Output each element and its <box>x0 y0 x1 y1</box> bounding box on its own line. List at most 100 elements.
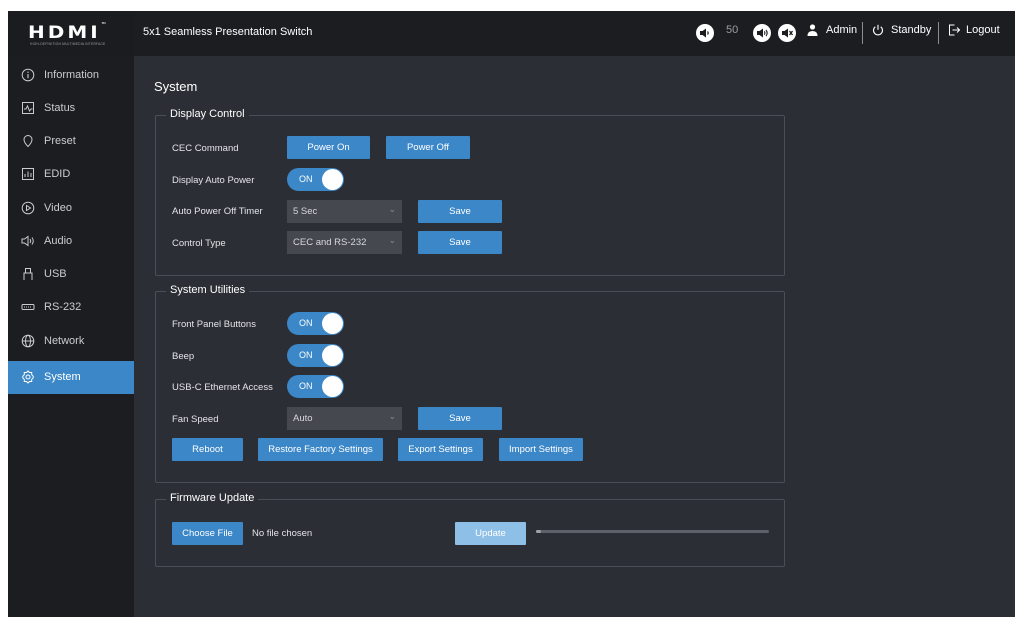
toggle-knob <box>322 376 343 397</box>
sidebar-item-label: System <box>44 371 81 383</box>
hdmi-logo: HDMI™ HIGH-DEFINITION MULTIMEDIA INTERFA… <box>8 11 134 56</box>
logo-trademark: ™ <box>100 21 107 28</box>
volume-down-icon <box>696 24 714 42</box>
firmware-progress-fill <box>536 530 541 533</box>
status-icon <box>22 102 34 114</box>
front-panel-buttons-toggle[interactable]: ON <box>287 312 344 335</box>
mute-icon <box>778 24 796 42</box>
volume-up-icon <box>753 24 771 42</box>
sidebar-item-preset[interactable]: Preset <box>8 125 134 158</box>
header-divider <box>862 22 863 44</box>
sidebar-item-label: Preset <box>44 135 76 147</box>
sidebar-item-system[interactable]: System <box>8 361 134 394</box>
sidebar-item-label: EDID <box>44 168 71 180</box>
sidebar-item-label: Video <box>44 202 72 214</box>
logout-icon <box>949 24 960 36</box>
volume-level: 50 <box>726 24 739 36</box>
section-legend: System Utilities <box>166 284 250 296</box>
user-name: Admin <box>826 24 858 36</box>
volume-down-button[interactable] <box>696 24 714 42</box>
auto-power-off-timer-select[interactable]: 5 Sec ⌄ <box>287 200 402 223</box>
sidebar-item-usb[interactable]: USB <box>8 258 134 291</box>
update-button[interactable]: Update <box>455 522 526 545</box>
sidebar-item-label: Audio <box>44 235 73 247</box>
video-icon <box>21 201 35 215</box>
sidebar-item-label: USB <box>44 268 67 280</box>
firmware-update-section: Firmware Update Choose File No file chos… <box>155 492 785 567</box>
rs232-icon <box>21 304 35 310</box>
fan-speed-select[interactable]: Auto ⌄ <box>287 407 402 430</box>
power-icon <box>873 24 883 36</box>
logout-label: Logout <box>966 24 1000 36</box>
power-on-button[interactable]: Power On <box>287 136 370 159</box>
front-panel-buttons-label: Front Panel Buttons <box>172 319 256 330</box>
export-settings-button[interactable]: Export Settings <box>398 438 483 461</box>
sidebar-item-label: Information <box>44 69 100 81</box>
display-auto-power-label: Display Auto Power <box>172 175 255 186</box>
save-fan-speed-button[interactable]: Save <box>418 407 502 430</box>
chevron-down-icon: ⌄ <box>388 411 396 421</box>
select-value: CEC and RS-232 <box>293 237 367 248</box>
logout-button[interactable]: Logout <box>948 24 1000 36</box>
sidebar-item-audio[interactable]: Audio <box>8 225 134 258</box>
fan-speed-label: Fan Speed <box>172 414 219 425</box>
toggle-state: ON <box>299 318 313 328</box>
select-value: Auto <box>293 413 313 424</box>
toggle-knob <box>322 169 343 190</box>
choose-file-button[interactable]: Choose File <box>172 522 243 545</box>
sidebar-item-label: RS-232 <box>44 301 82 313</box>
app-title: 5x1 Seamless Presentation Switch <box>143 26 313 38</box>
sidebar-item-edid[interactable]: EDID <box>8 158 134 191</box>
toggle-state: ON <box>299 350 313 360</box>
volume-up-button[interactable] <box>753 24 771 42</box>
toggle-knob <box>322 313 343 334</box>
section-legend: Display Control <box>166 108 249 120</box>
standby-label: Standby <box>891 24 932 36</box>
beep-label: Beep <box>172 351 195 362</box>
header-divider <box>938 22 939 44</box>
user-icon <box>807 24 818 36</box>
network-icon <box>21 334 35 348</box>
sidebar: Information Status Preset EDID Video Aud… <box>8 56 134 617</box>
sidebar-item-label: Status <box>44 102 76 114</box>
usb-icon <box>23 268 33 280</box>
save-control-type-button[interactable]: Save <box>418 231 502 254</box>
sidebar-item-network[interactable]: Network <box>8 325 134 358</box>
sidebar-item-label: Network <box>44 335 85 347</box>
system-utilities-section: System Utilities Front Panel Buttons ON … <box>155 284 785 483</box>
sidebar-item-information[interactable]: Information <box>8 59 134 92</box>
top-bar: HDMI™ HIGH-DEFINITION MULTIMEDIA INTERFA… <box>8 11 1015 56</box>
import-settings-button[interactable]: Import Settings <box>499 438 583 461</box>
save-timer-button[interactable]: Save <box>418 200 502 223</box>
page-title: System <box>154 79 198 94</box>
mute-button[interactable] <box>778 24 796 42</box>
control-type-label: Control Type <box>172 238 226 249</box>
preset-icon <box>23 134 33 148</box>
chevron-down-icon: ⌄ <box>388 235 396 245</box>
firmware-progress-bar <box>536 530 769 533</box>
display-control-section: Display Control CEC Command Power On Pow… <box>155 108 785 276</box>
info-icon <box>21 68 35 82</box>
logo-subtext: HIGH-DEFINITION MULTIMEDIA INTERFACE <box>30 42 106 46</box>
user-menu[interactable]: Admin <box>807 24 857 36</box>
sidebar-item-rs232[interactable]: RS-232 <box>8 291 134 324</box>
display-auto-power-toggle[interactable]: ON <box>287 168 344 191</box>
section-legend: Firmware Update <box>166 492 259 504</box>
auto-power-off-timer-label: Auto Power Off Timer <box>172 206 263 217</box>
usbc-ethernet-label: USB-C Ethernet Access <box>172 382 273 393</box>
toggle-knob <box>322 345 343 366</box>
sidebar-item-status[interactable]: Status <box>8 92 134 125</box>
control-type-select[interactable]: CEC and RS-232 ⌄ <box>287 231 402 254</box>
chevron-down-icon: ⌄ <box>388 204 396 214</box>
standby-button[interactable]: Standby <box>872 24 931 36</box>
file-status: No file chosen <box>252 528 313 539</box>
system-gear-icon <box>22 370 34 384</box>
restore-factory-settings-button[interactable]: Restore Factory Settings <box>258 438 383 461</box>
reboot-button[interactable]: Reboot <box>172 438 243 461</box>
sidebar-item-video[interactable]: Video <box>8 192 134 225</box>
beep-toggle[interactable]: ON <box>287 344 344 367</box>
app-window: HDMI™ HIGH-DEFINITION MULTIMEDIA INTERFA… <box>8 11 1015 617</box>
power-off-button[interactable]: Power Off <box>386 136 470 159</box>
usbc-ethernet-toggle[interactable]: ON <box>287 375 344 398</box>
edid-icon <box>22 168 34 180</box>
